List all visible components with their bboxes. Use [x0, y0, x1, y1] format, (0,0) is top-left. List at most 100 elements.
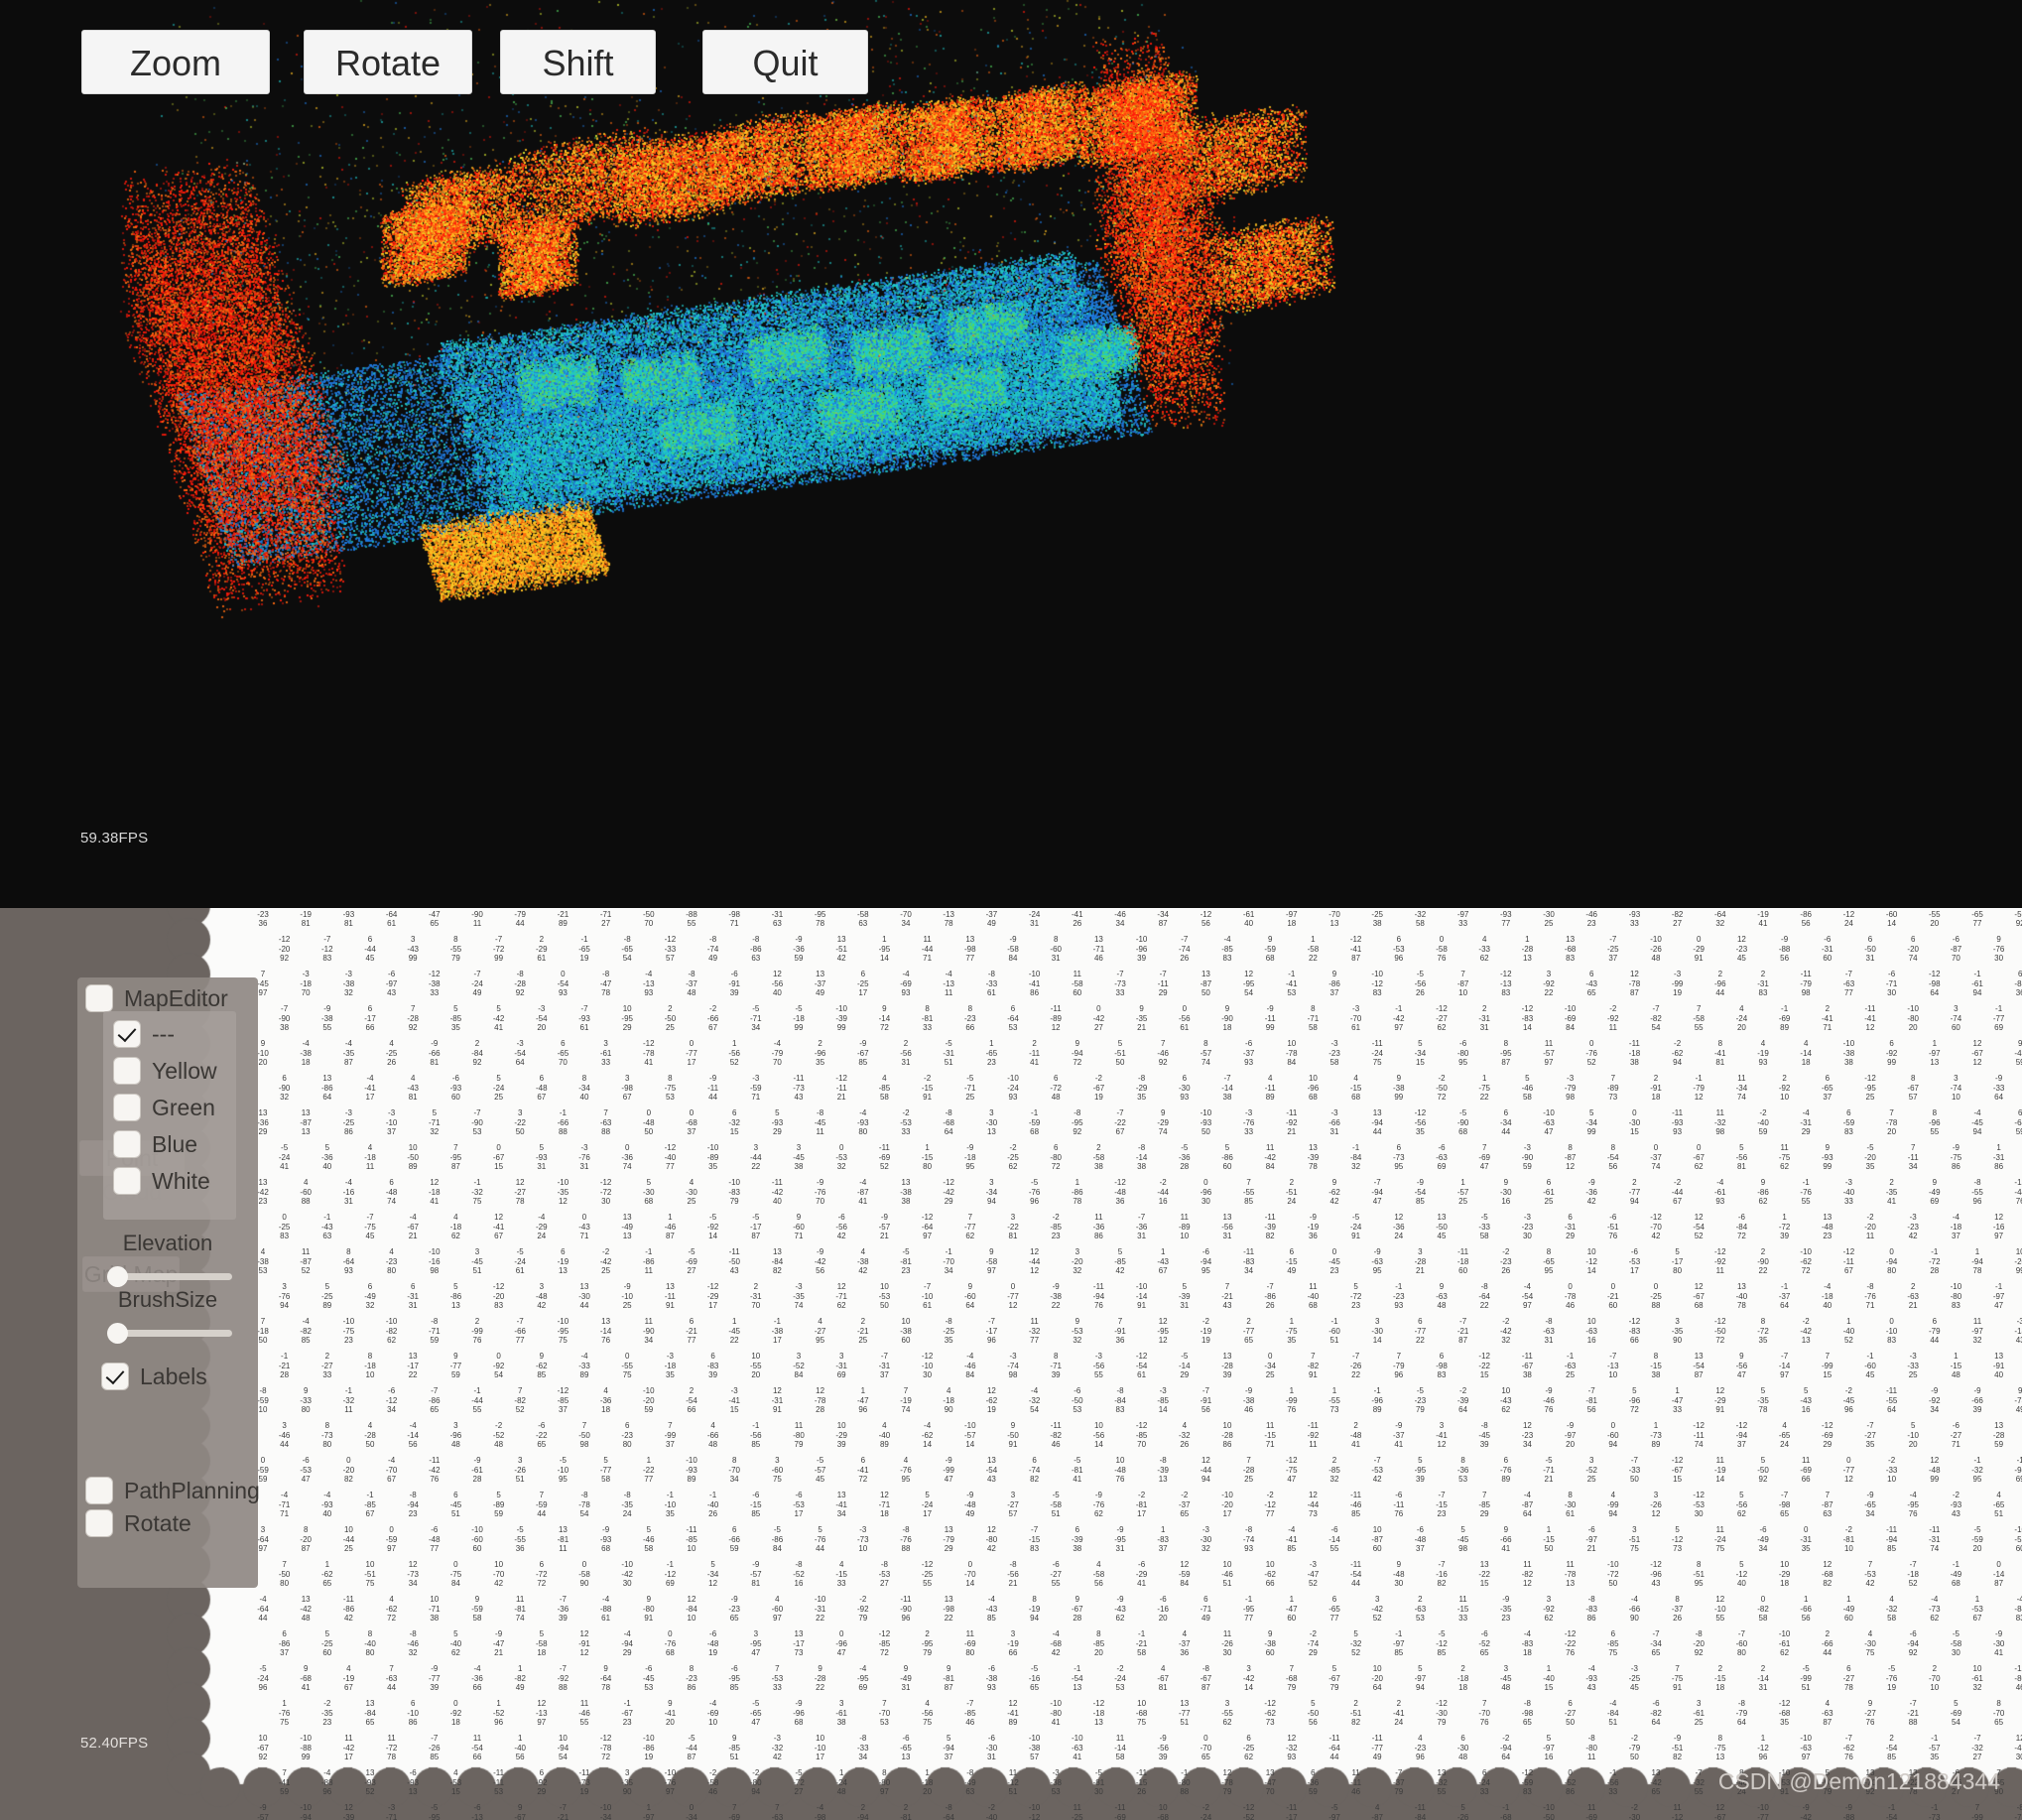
- grid-cell: 8 -40 80: [364, 1629, 376, 1657]
- grid-cell: 0 -45 23: [1328, 1247, 1340, 1275]
- grid-cell: 10 -51 75: [364, 1560, 376, 1588]
- grid-cell: 10 -64 32: [1714, 908, 1726, 928]
- checkbox-labels-box[interactable]: [101, 1363, 129, 1390]
- grid-cell: -12 -56 35: [1414, 1108, 1427, 1136]
- grid-cell: 3 -27 57: [1007, 1491, 1019, 1518]
- brushsize-slider-thumb[interactable]: [107, 1323, 128, 1344]
- brushsize-slider-track[interactable]: [115, 1330, 232, 1337]
- point-cloud-viewport[interactable]: [0, 0, 2022, 908]
- checkbox-color-yellow-box[interactable]: [113, 1057, 141, 1085]
- checkbox-color-none-box[interactable]: [113, 1020, 141, 1048]
- grid-cell: 8 -54 56: [1607, 1143, 1619, 1171]
- grid-cell: 1 -75 35: [1286, 1317, 1298, 1345]
- grid-cell: 5 -67 79: [1328, 1664, 1340, 1692]
- checkbox-color-blue-box[interactable]: [113, 1130, 141, 1158]
- grid-cell: -4 -70 67: [385, 1456, 398, 1484]
- checkbox-color-yellow[interactable]: Yellow: [113, 1054, 217, 1088]
- grid-cell: -9 -93 33: [1628, 908, 1641, 928]
- grid-cell: -9 -11 44: [707, 1074, 719, 1102]
- grid-cell: 4 -18 11: [364, 1143, 376, 1171]
- grid-cell: 11 -69 86: [1585, 1803, 1597, 1820]
- checkbox-path-planning-box[interactable]: [85, 1477, 113, 1504]
- grid-cell: -8 -35 24: [621, 1491, 633, 1518]
- grid-cell: -10 -39 99: [835, 1004, 847, 1032]
- checkbox-map-editor[interactable]: MapEditor: [85, 981, 228, 1015]
- grid-cell: 6 -23 80: [621, 1421, 633, 1449]
- grid-cell: 13 -38 38: [900, 1178, 912, 1206]
- grid-cell: 8 -36 53: [1456, 1456, 1469, 1484]
- quit-button[interactable]: Quit: [702, 30, 868, 94]
- grid-cell: 9 -68 41: [300, 1664, 312, 1692]
- grid-map[interactable]: 3 -23 36 -12 -19 81 6 -93 81 5 -64 61 -4 -47…: [241, 908, 2022, 1820]
- grid-cell: -10 -80 41: [1050, 1699, 1062, 1727]
- zoom-button[interactable]: Zoom: [81, 30, 270, 94]
- checkbox-path-planning-label: PathPlanning: [124, 1477, 260, 1503]
- grid-cell: -9 -51 82: [1671, 1734, 1684, 1761]
- checkbox-color-blue[interactable]: Blue: [113, 1127, 197, 1161]
- grid-cell: -7 -32 27: [1971, 1734, 1983, 1761]
- grid-cell: -10 -82 62: [385, 1317, 398, 1345]
- grid-cell: 6 -65 77: [1328, 1595, 1340, 1623]
- fps-counter-bottom: 52.40FPS: [80, 1735, 149, 1752]
- grid-cell: 2 -31 31: [1478, 1004, 1490, 1032]
- point-cloud-canvas[interactable]: [0, 0, 2022, 908]
- grid-cell: -7 -21 53: [557, 1803, 569, 1820]
- shift-button[interactable]: Shift: [500, 30, 656, 94]
- checkbox-map-editor-box[interactable]: [85, 984, 113, 1012]
- grid-cell: -11 -64 44: [1328, 1734, 1340, 1761]
- elevation-slider-label: Elevation: [122, 1231, 213, 1255]
- grid-cell: -4 -14 56: [407, 1421, 419, 1449]
- grid-cell: 9 -80 91: [643, 1595, 655, 1623]
- grid-cell: -12 -62 73: [1264, 1699, 1276, 1727]
- grid-cell: -3 -71 92: [385, 1803, 398, 1820]
- grid-cell: 13 -84 82: [771, 1247, 784, 1275]
- grid-cell: -11 -12 56: [1200, 908, 1212, 928]
- grid-cell: 6 -20 74: [1907, 935, 1919, 963]
- elevation-slider-track[interactable]: [115, 1273, 232, 1280]
- grid-cell: -3 -85 14: [1157, 1386, 1169, 1414]
- checkbox-color-white[interactable]: White: [113, 1164, 210, 1198]
- grid-cell: -5 -16 65: [1028, 1664, 1041, 1692]
- grid-cell: 0 -67 62: [1693, 1143, 1705, 1171]
- checkbox-rotate[interactable]: Rotate: [85, 1506, 191, 1540]
- checkbox-color-green-box[interactable]: [113, 1094, 141, 1121]
- checkbox-color-green[interactable]: Green: [113, 1091, 215, 1124]
- checkbox-labels[interactable]: Labels: [101, 1360, 207, 1393]
- grid-cell: 6 -72 48: [1050, 1074, 1062, 1102]
- checkbox-rotate-box[interactable]: [85, 1509, 113, 1537]
- grid-cell: -4 -66 90: [1628, 1595, 1641, 1623]
- grid-cell: 8 -55 79: [449, 935, 462, 963]
- grid-cell: -12 -11 67: [1842, 1247, 1855, 1275]
- brushsize-slider[interactable]: [105, 1320, 232, 1346]
- grid-cell: -4 -13 93: [643, 970, 655, 997]
- grid-cell: -2 -97 33: [1456, 908, 1469, 928]
- grid-map-viewport[interactable]: 3 -23 36 -12 -19 81 6 -93 81 5 -64 61 -4 -47…: [0, 908, 2022, 1820]
- elevation-slider-thumb[interactable]: [107, 1266, 128, 1287]
- grid-cell: -12 -85 70: [1135, 1421, 1148, 1449]
- grid-cell: -4 -64 44: [257, 1595, 269, 1623]
- grid-cell: 11 -81 74: [514, 1595, 526, 1623]
- grid-cell: -12 -50 72: [1714, 1317, 1726, 1345]
- grid-cell: -6 -29 41: [1135, 1560, 1148, 1588]
- grid-cell: 9 -60 71: [793, 1213, 805, 1240]
- grid-cell: -7 -66 77: [514, 1317, 526, 1345]
- rotate-button[interactable]: Rotate: [304, 30, 472, 94]
- grid-cell: -8 -28 92: [514, 970, 526, 997]
- grid-cell: -8 -78 60: [2014, 1803, 2022, 1820]
- grid-cell: -1 -44 55: [471, 1386, 483, 1414]
- grid-cell: 0 -31 63: [771, 908, 784, 928]
- grid-cell: 9 -94 72: [1072, 1039, 1083, 1067]
- grid-cell: 6 -65 37: [1822, 1074, 1833, 1102]
- grid-cell: -4 -73 62: [1929, 1595, 1941, 1623]
- checkbox-color-none[interactable]: ---: [113, 1017, 175, 1051]
- checkbox-color-white-box[interactable]: [113, 1167, 141, 1195]
- grid-cell: 5 -32 52: [1349, 1629, 1362, 1657]
- grid-cell: 10 -70 42: [492, 1560, 505, 1588]
- grid-cell: -9 -57 98: [257, 1803, 269, 1820]
- grid-cell: 4 -32 58: [1885, 1595, 1898, 1623]
- grid-cell: 2 -56 31: [900, 1039, 912, 1067]
- checkbox-path-planning[interactable]: PathPlanning: [85, 1474, 260, 1507]
- grid-cell: -8 -95 92: [1072, 1108, 1083, 1136]
- elevation-slider[interactable]: [105, 1263, 232, 1289]
- grid-cell: 3 -61 33: [599, 1039, 612, 1067]
